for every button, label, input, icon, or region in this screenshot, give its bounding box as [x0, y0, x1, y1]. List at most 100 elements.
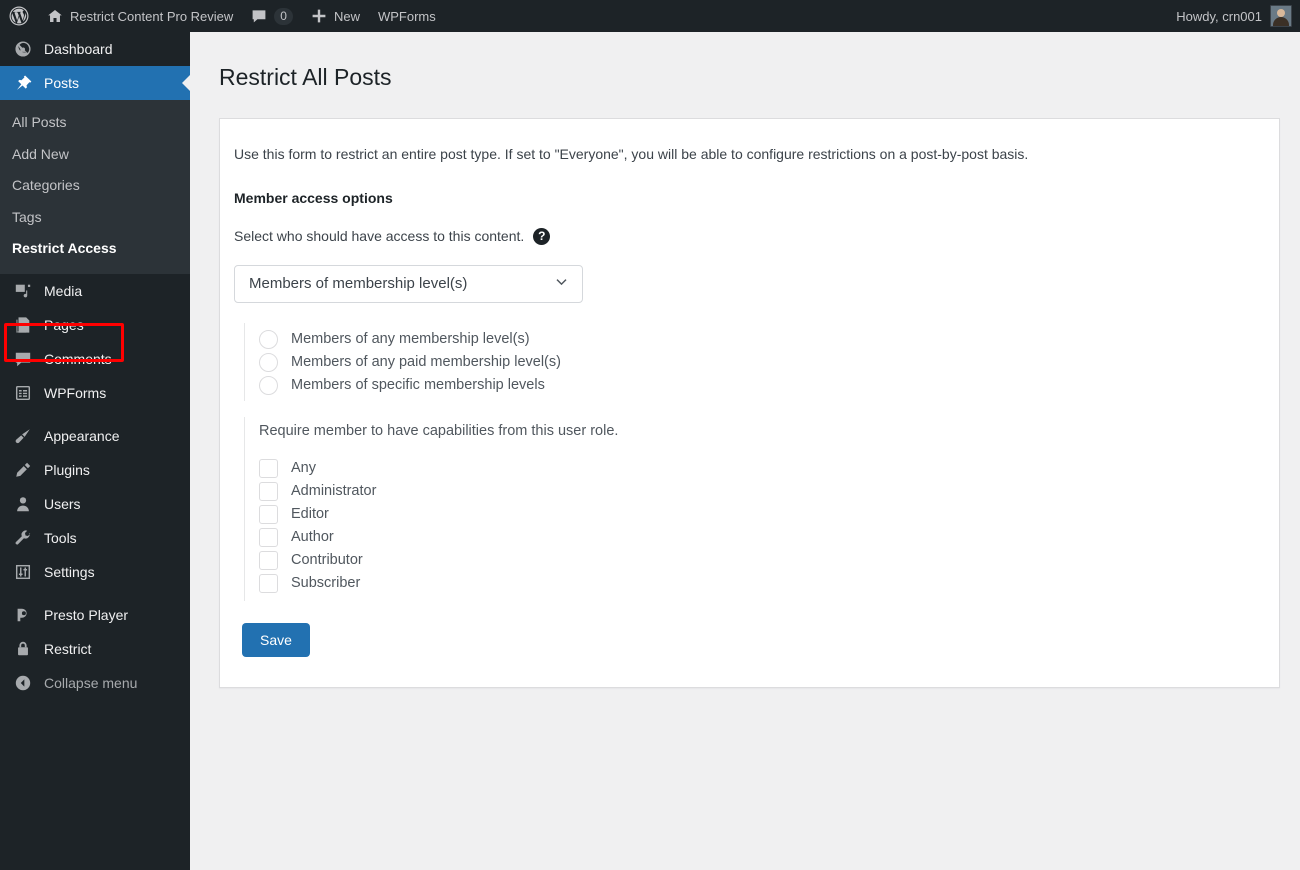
menu-separator: [0, 589, 190, 598]
sidebar-item-categories[interactable]: Categories: [0, 170, 190, 202]
admin-sidebar: Dashboard Posts All Posts Add New Catego…: [0, 32, 190, 870]
lock-icon: [12, 639, 34, 659]
presto-player-icon: [12, 605, 34, 625]
new-label: New: [333, 8, 360, 24]
sidebar-item-label: Dashboard: [44, 41, 113, 57]
brush-icon: [12, 426, 34, 446]
radio-option-any-level[interactable]: Members of any membership level(s): [259, 328, 1257, 351]
account-area[interactable]: Howdy, crn001: [1167, 0, 1300, 32]
sidebar-item-label: Restrict: [44, 640, 92, 657]
wp-logo-button[interactable]: [0, 0, 38, 32]
role-checkbox-author[interactable]: Author: [259, 526, 1257, 549]
sidebar-item-appearance[interactable]: Appearance: [0, 419, 190, 453]
sidebar-item-presto-player[interactable]: Presto Player: [0, 598, 190, 632]
collapse-arrow-icon: [12, 673, 34, 693]
sidebar-item-settings[interactable]: Settings: [0, 555, 190, 589]
role-checkbox-editor[interactable]: Editor: [259, 503, 1257, 526]
checkbox-icon[interactable]: [259, 481, 278, 501]
posts-submenu: All Posts Add New Categories Tags Restri…: [0, 100, 190, 274]
sidebar-item-label: Users: [44, 495, 81, 512]
sidebar-item-media[interactable]: Media: [0, 274, 190, 308]
sidebar-item-label: Posts: [44, 75, 80, 91]
site-name-button[interactable]: Restrict Content Pro Review: [38, 0, 242, 32]
sidebar-item-collapse-menu[interactable]: Collapse menu: [0, 666, 190, 700]
menu-separator: [0, 410, 190, 419]
role-label: Subscriber: [291, 575, 361, 592]
sidebar-item-tags[interactable]: Tags: [0, 202, 190, 234]
role-label: Author: [291, 529, 334, 546]
roles-hint: Require member to have capabilities from…: [259, 422, 619, 439]
help-question-icon[interactable]: ?: [533, 227, 551, 245]
wpforms-icon: [12, 383, 34, 403]
avatar: [1270, 5, 1292, 27]
comment-bubble-icon: [12, 349, 34, 369]
role-label: Administrator: [291, 483, 377, 500]
sidebar-item-label: Appearance: [44, 427, 120, 444]
radio-option-any-paid-level[interactable]: Members of any paid membership level(s): [259, 351, 1257, 374]
comment-bubble-icon: [251, 8, 267, 24]
wpforms-label: WPForms: [377, 8, 436, 24]
sidebar-item-restrict[interactable]: Restrict: [0, 632, 190, 666]
pages-icon: [12, 315, 34, 335]
role-checkbox-any[interactable]: Any: [259, 457, 1257, 480]
wrench-icon: [12, 528, 34, 548]
access-field-label: Select who should have access to this co…: [234, 227, 1257, 245]
role-checkbox-administrator[interactable]: Administrator: [259, 480, 1257, 503]
membership-radio-group: Members of any membership level(s) Membe…: [244, 322, 1257, 401]
wpforms-menu-button[interactable]: WPForms: [369, 0, 445, 32]
user-roles-group: Require member to have capabilities from…: [244, 416, 1257, 601]
sidebar-item-label: Tools: [44, 529, 77, 546]
role-checkbox-subscriber[interactable]: Subscriber: [259, 572, 1257, 595]
sidebar-item-label: WPForms: [44, 384, 107, 401]
sidebar-item-restrict-access[interactable]: Restrict Access: [0, 233, 190, 265]
new-content-button[interactable]: New: [302, 0, 369, 32]
site-name-label: Restrict Content Pro Review: [70, 8, 234, 24]
sidebar-item-label: Collapse menu: [44, 674, 138, 691]
comments-button[interactable]: 0: [242, 0, 302, 32]
wordpress-logo-icon: [9, 6, 29, 26]
checkbox-icon[interactable]: [259, 527, 278, 547]
checkbox-icon[interactable]: [259, 550, 278, 570]
radio-icon[interactable]: [259, 352, 278, 372]
intro-text: Use this form to restrict an entire post…: [234, 145, 1029, 162]
checkbox-icon[interactable]: [259, 458, 278, 478]
access-select-wrapper[interactable]: Members of membership level(s): [234, 264, 583, 303]
media-icon: [12, 281, 34, 301]
role-checkbox-contributor[interactable]: Contributor: [259, 549, 1257, 572]
sidebar-item-plugins[interactable]: Plugins: [0, 453, 190, 487]
access-field-label-text: Select who should have access to this co…: [234, 228, 525, 245]
radio-option-specific-levels[interactable]: Members of specific membership levels: [259, 374, 1257, 397]
sidebar-item-comments[interactable]: Comments: [0, 342, 190, 376]
access-select[interactable]: Members of membership level(s): [234, 264, 583, 303]
radio-icon[interactable]: [259, 329, 278, 349]
radio-icon[interactable]: [259, 375, 278, 395]
dashboard-icon: [12, 39, 34, 59]
sidebar-item-wpforms[interactable]: WPForms: [0, 376, 190, 410]
section-title: Member access options: [234, 189, 393, 206]
sidebar-item-label: Media: [44, 282, 83, 299]
admin-bar: Restrict Content Pro Review 0 New WPForm…: [0, 0, 1300, 32]
sidebar-item-tools[interactable]: Tools: [0, 521, 190, 555]
sidebar-item-label: Pages: [44, 316, 84, 333]
save-button[interactable]: Save: [242, 622, 310, 657]
home-icon: [47, 8, 63, 24]
checkbox-icon[interactable]: [259, 573, 278, 593]
sidebar-item-label: Settings: [44, 563, 95, 580]
sidebar-item-posts[interactable]: Posts: [0, 66, 190, 100]
sidebar-item-label: Presto Player: [44, 606, 129, 623]
sliders-icon: [12, 562, 34, 582]
sidebar-item-add-new[interactable]: Add New: [0, 139, 190, 171]
sidebar-item-all-posts[interactable]: All Posts: [0, 107, 190, 139]
page-title: Restrict All Posts: [219, 64, 392, 90]
howdy-label: Howdy, crn001: [1176, 8, 1262, 24]
role-label: Contributor: [291, 552, 363, 569]
main-content: Restrict All Posts Use this form to rest…: [190, 32, 1300, 870]
sidebar-item-pages[interactable]: Pages: [0, 308, 190, 342]
checkbox-icon[interactable]: [259, 504, 278, 524]
sidebar-item-dashboard[interactable]: Dashboard: [0, 32, 190, 66]
sidebar-item-users[interactable]: Users: [0, 487, 190, 521]
sidebar-item-label: Plugins: [44, 461, 90, 478]
radio-option-label: Members of any membership level(s): [291, 331, 530, 348]
radio-option-label: Members of specific membership levels: [291, 377, 545, 394]
comments-count: 0: [274, 7, 293, 25]
